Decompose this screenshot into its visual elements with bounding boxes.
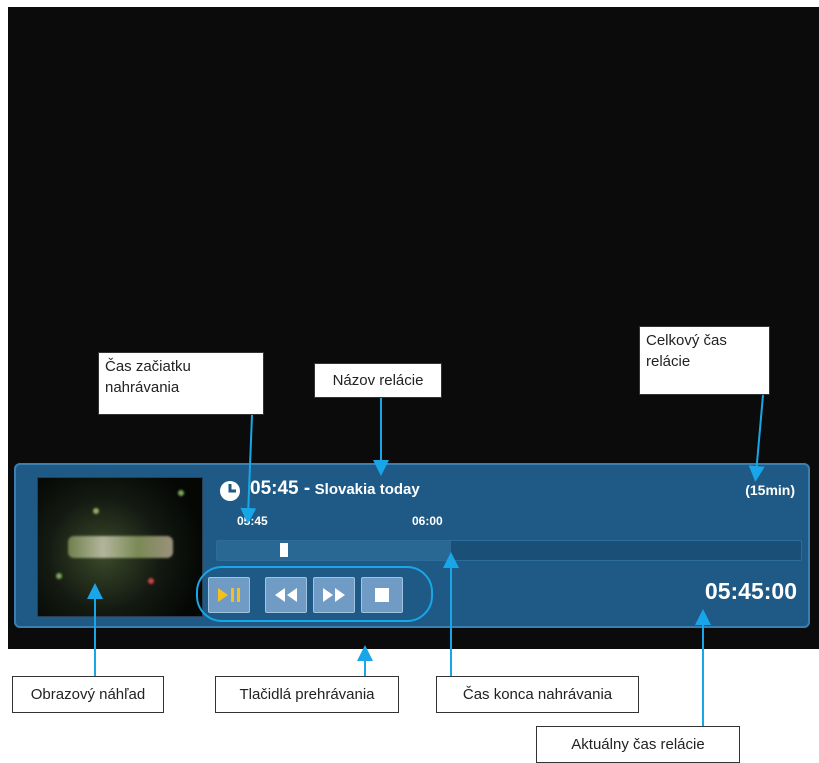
arrow-total-time xyxy=(748,394,765,482)
callout-arrows xyxy=(87,394,765,726)
arrow-start-time xyxy=(240,414,257,524)
